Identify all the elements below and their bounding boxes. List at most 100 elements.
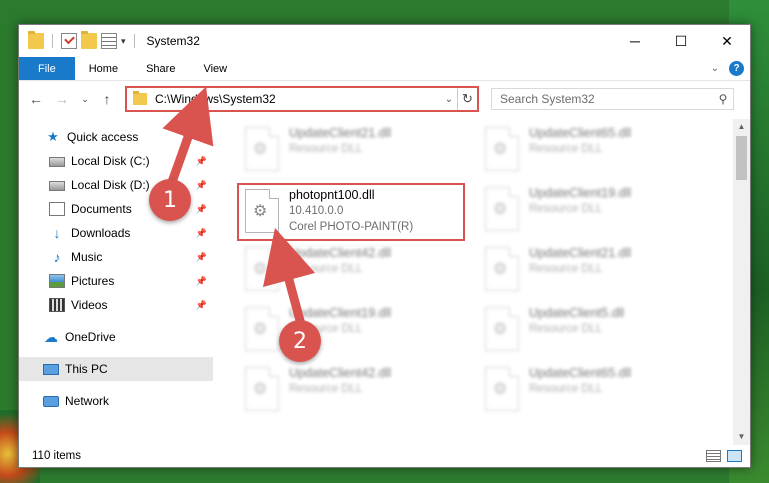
pc-icon [43, 363, 59, 375]
ribbon-tabs: File Home Share View ⌄ ? [19, 57, 750, 81]
pin-icon[interactable]: 📌 [196, 156, 207, 167]
search-input[interactable]: Search System32 [500, 92, 713, 106]
tab-file[interactable]: File [19, 57, 75, 80]
close-button[interactable]: ✕ [704, 25, 750, 57]
file-item[interactable]: ⚙ UpdateClient19.dll Resource DLL [479, 183, 709, 237]
file-name: UpdateClient19.dll [529, 186, 632, 200]
pin-icon[interactable]: 📌 [196, 228, 207, 239]
file-name: UpdateClient65.dll [529, 366, 632, 380]
back-arrow-icon[interactable]: ← [26, 89, 46, 109]
file-type: Resource DLL [289, 263, 363, 275]
documents-icon [49, 202, 65, 216]
dll-file-icon: ⚙ [245, 367, 279, 411]
file-item[interactable]: ⚙ UpdateClient21.dll Resource DLL [239, 123, 469, 177]
sidebar-item-network[interactable]: Network [19, 389, 213, 413]
address-path[interactable]: C:\Windows\System32 [155, 92, 441, 106]
sidebar-item-label: Documents [71, 202, 132, 216]
help-icon[interactable]: ? [729, 61, 744, 76]
downloads-icon: ↓ [53, 225, 61, 241]
ribbon-right: ⌄ ? [711, 57, 750, 80]
window-title: System32 [146, 34, 200, 48]
file-name: UpdateClient65.dll [529, 126, 632, 140]
file-list: ⚙ UpdateClient21.dll Resource DLL ⚙ Upda… [219, 119, 731, 445]
file-name: UpdateClient19.dll [289, 306, 392, 320]
sidebar-item-quick-access[interactable]: ★ Quick access [19, 125, 213, 149]
pin-icon[interactable]: 📌 [196, 180, 207, 191]
vertical-scrollbar[interactable]: ▲ ▼ [733, 119, 750, 445]
properties-check-icon[interactable] [61, 33, 77, 49]
status-bar: 110 items [19, 445, 750, 467]
scroll-up-icon[interactable]: ▲ [733, 119, 750, 135]
file-item[interactable]: ⚙ UpdateClient42.dll Resource DLL [239, 363, 469, 417]
disk-icon [49, 157, 65, 167]
network-icon [43, 395, 59, 407]
search-icon[interactable]: ⚲ [713, 92, 733, 106]
cloud-icon: ☁ [44, 329, 58, 345]
tab-share[interactable]: Share [132, 57, 189, 80]
file-name: UpdateClient21.dll [289, 126, 392, 140]
file-item[interactable]: ⚙ UpdateClient42.dll Resource DLL [239, 243, 469, 297]
file-item[interactable]: ⚙ UpdateClient21.dll Resource DLL [479, 243, 709, 297]
sidebar-item-downloads[interactable]: ↓ Downloads 📌 [19, 221, 213, 245]
file-item[interactable]: ⚙ UpdateClient5.dll Resource DLL [479, 303, 709, 357]
star-icon: ★ [47, 129, 59, 144]
file-type: Resource DLL [289, 383, 363, 395]
chevron-down-icon[interactable]: ⌄ [441, 94, 457, 105]
sidebar-item-videos[interactable]: Videos 📌 [19, 293, 213, 317]
recent-locations-icon[interactable]: ⌄ [75, 89, 95, 109]
step-badge-1: 1 [149, 179, 191, 221]
tab-view[interactable]: View [189, 57, 241, 80]
details-view-icon[interactable] [706, 450, 721, 462]
explorer-window: ▾ System32 ─ ☐ ✕ File Home Share View ⌄ … [18, 24, 751, 468]
file-name: UpdateClient42.dll [289, 366, 392, 380]
customize-toolbar-icon[interactable] [101, 33, 117, 49]
pin-icon[interactable]: 📌 [196, 252, 207, 263]
sidebar-item-pictures[interactable]: Pictures 📌 [19, 269, 213, 293]
address-bar[interactable]: C:\Windows\System32 ⌄ ↻ [125, 86, 479, 112]
dll-file-icon: ⚙ [245, 127, 279, 171]
divider [133, 34, 135, 48]
pin-icon[interactable]: 📌 [196, 204, 207, 215]
sidebar-item-this-pc[interactable]: This PC [19, 357, 213, 381]
highlight-box [237, 183, 465, 241]
sidebar-item-local-disk-c[interactable]: Local Disk (C:) 📌 [19, 149, 213, 173]
sidebar-item-label: Local Disk (D:) [71, 178, 150, 192]
title-bar: ▾ System32 ─ ☐ ✕ [19, 25, 750, 57]
minimize-button[interactable]: ─ [612, 25, 658, 57]
file-item[interactable]: ⚙ UpdateClient19.dll Resource DLL [239, 303, 469, 357]
sidebar-item-onedrive[interactable]: ☁ OneDrive [19, 325, 213, 349]
sidebar-item-label: Quick access [67, 130, 139, 144]
quick-access-toolbar: ▾ [28, 31, 139, 49]
tab-home[interactable]: Home [75, 57, 132, 80]
file-item[interactable]: ⚙ UpdateClient65.dll Resource DLL [479, 123, 709, 177]
tiles-view-icon[interactable] [727, 450, 742, 462]
music-icon: ♪ [53, 249, 61, 265]
navigation-row: ← → ⌄ ↑ C:\Windows\System32 ⌄ ↻ Search S… [19, 85, 750, 115]
forward-arrow-icon[interactable]: → [52, 89, 72, 109]
qat-dropdown-icon[interactable]: ▾ [121, 36, 126, 47]
new-folder-icon[interactable] [81, 31, 97, 49]
sidebar-item-label: Videos [71, 298, 108, 312]
file-type: Resource DLL [529, 203, 603, 215]
file-name: UpdateClient5.dll [529, 306, 625, 320]
sidebar-item-music[interactable]: ♪ Music 📌 [19, 245, 213, 269]
expand-ribbon-icon[interactable]: ⌄ [711, 63, 719, 74]
refresh-icon[interactable]: ↻ [457, 88, 477, 110]
maximize-button[interactable]: ☐ [658, 25, 704, 57]
divider [52, 34, 53, 48]
sidebar-item-label: Music [71, 250, 103, 264]
videos-icon [49, 298, 65, 312]
item-count: 110 items [32, 450, 82, 462]
dll-file-icon: ⚙ [485, 367, 519, 411]
file-item[interactable]: ⚙ UpdateClient65.dll Resource DLL [479, 363, 709, 417]
dll-file-icon: ⚙ [485, 307, 519, 351]
pin-icon[interactable]: 📌 [196, 300, 207, 311]
scroll-down-icon[interactable]: ▼ [733, 429, 750, 445]
folder-icon [133, 91, 147, 105]
pin-icon[interactable]: 📌 [196, 276, 207, 287]
up-arrow-icon[interactable]: ↑ [97, 89, 117, 109]
scroll-thumb[interactable] [736, 136, 747, 180]
folder-icon [28, 31, 44, 49]
dll-file-icon: ⚙ [485, 187, 519, 231]
search-box[interactable]: Search System32 ⚲ [491, 88, 734, 110]
